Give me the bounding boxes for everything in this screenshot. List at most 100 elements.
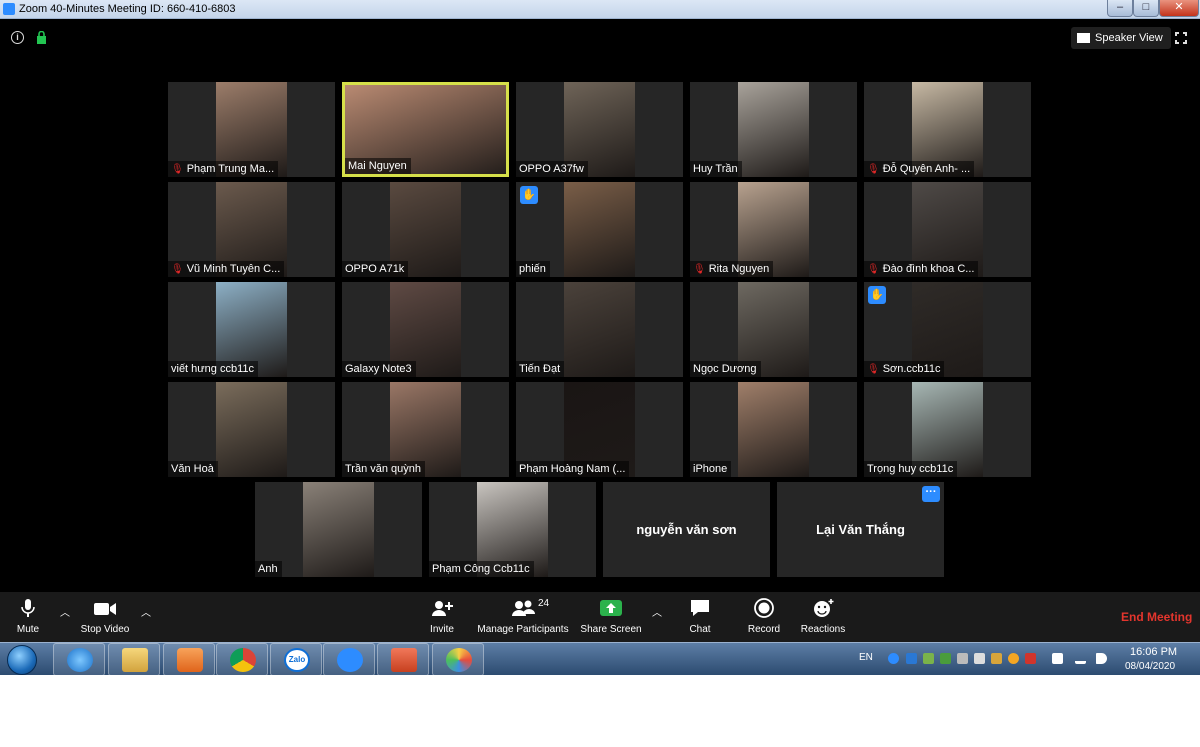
muted-microphone-icon: 🎙 — [171, 264, 184, 275]
powerpoint-icon — [391, 648, 417, 672]
end-meeting-button[interactable]: End Meeting — [1121, 610, 1192, 624]
participant-tile[interactable]: Trọng huy ccb11c — [864, 382, 1031, 477]
taskbar-file-explorer[interactable] — [108, 643, 160, 676]
muted-microphone-icon: 🎙 — [693, 264, 706, 275]
taskbar-powerpoint[interactable] — [377, 643, 429, 676]
minimize-button[interactable]: – — [1107, 0, 1133, 17]
file-explorer-icon — [122, 648, 148, 672]
audio-options-caret[interactable]: ︿ — [60, 604, 70, 619]
participant-name: OPPO A37fw — [519, 163, 584, 175]
participant-tile[interactable]: Galaxy Note3 — [342, 282, 509, 377]
participant-tile[interactable]: Phạm Hoàng Nam (... — [516, 382, 683, 477]
record-button[interactable]: Record — [746, 598, 782, 635]
add-user-icon — [432, 601, 453, 616]
reactions-icon — [814, 599, 834, 617]
fullscreen-icon[interactable] — [1174, 31, 1188, 45]
participant-tile[interactable]: nguyễn văn sơn — [603, 482, 770, 577]
video-options-caret[interactable]: ︿ — [141, 604, 151, 619]
participant-name: Phạm Hoàng Nam (... — [519, 463, 626, 475]
invite-button[interactable]: Invite — [425, 598, 459, 635]
participant-tile[interactable]: Tiến Đạt — [516, 282, 683, 377]
clock-date[interactable]: 08/04/2020 — [1125, 661, 1175, 672]
participant-tile[interactable]: OPPO A71k — [342, 182, 509, 277]
speaker-volume-icon[interactable] — [1096, 653, 1107, 664]
star-tray-icon[interactable] — [1008, 653, 1019, 664]
zalo-icon: Zalo — [284, 648, 310, 672]
zoom-tray-icon[interactable] — [888, 653, 899, 664]
participant-name-label: Phạm Công Ccb11c — [429, 561, 534, 577]
info-icon[interactable]: i — [11, 31, 24, 44]
taskbar-zalo[interactable]: Zalo — [270, 643, 322, 676]
manage-participants-button[interactable]: Manage Participants — [474, 598, 572, 635]
participant-tile[interactable]: 🎙 Đỗ Quyên Anh- ... — [864, 82, 1031, 177]
participant-tile[interactable]: Phạm Công Ccb11c — [429, 482, 596, 577]
participant-tile[interactable]: Trần văn quỳnh — [342, 382, 509, 477]
maximize-button[interactable]: □ — [1133, 0, 1159, 17]
participant-name: Mai Nguyen — [348, 160, 407, 172]
record-icon — [754, 598, 774, 618]
volume-mixer-tray-icon[interactable] — [974, 653, 985, 664]
zalo-tray-icon[interactable] — [906, 653, 917, 664]
participant-tile[interactable]: 🎙 Rita Nguyen — [690, 182, 857, 277]
participant-name: Ngọc Dương — [693, 363, 757, 375]
speaker-view-button[interactable]: Speaker View — [1071, 27, 1171, 49]
unikey-tray-icon[interactable] — [1025, 653, 1036, 664]
share-options-caret[interactable]: ︿ — [652, 604, 662, 619]
participant-name: Lại Văn Thắng — [816, 522, 905, 537]
zoom-icon — [337, 648, 363, 672]
taskbar-zoom[interactable] — [323, 643, 375, 676]
participant-tile[interactable]: 🎙 Phạm Trung Ma... — [168, 82, 335, 177]
antivirus-tray-icon[interactable] — [940, 653, 951, 664]
taskbar-paint[interactable] — [432, 643, 484, 676]
participant-tile[interactable]: Lại Văn Thắng ··· — [777, 482, 944, 577]
participant-tile[interactable]: 🎙 Đào đình khoa C... — [864, 182, 1031, 277]
participant-name: iPhone — [693, 463, 728, 475]
participant-name-label: Anh — [255, 561, 282, 577]
participant-name: Tiến Đạt — [519, 363, 561, 375]
speaker-view-icon — [1077, 33, 1090, 43]
language-indicator[interactable]: EN — [859, 652, 873, 663]
participant-tile[interactable]: Mai Nguyen — [342, 82, 509, 177]
taskbar-internet-explorer[interactable] — [53, 643, 105, 676]
taskbar-chrome[interactable] — [216, 643, 268, 676]
participant-tile[interactable]: Ngọc Dương — [690, 282, 857, 377]
participant-name-label: Phạm Hoàng Nam (... — [516, 461, 630, 477]
participant-tile[interactable]: 🎙 Sơn.ccb11c ✋ — [864, 282, 1031, 377]
mute-button[interactable]: Mute — [12, 598, 44, 635]
speaker-view-label: Speaker View — [1095, 32, 1163, 44]
updates-tray-icon[interactable] — [991, 653, 1002, 664]
network-tray-icon[interactable] — [923, 653, 934, 664]
reactions-button[interactable]: Reactions — [798, 598, 848, 635]
participant-video — [303, 482, 374, 577]
participant-tile[interactable]: Anh — [255, 482, 422, 577]
stop-video-button[interactable]: Stop Video — [76, 598, 134, 635]
chat-label: Chat — [689, 624, 711, 635]
participant-tile[interactable]: OPPO A37fw — [516, 82, 683, 177]
media-player-icon — [177, 648, 203, 672]
wifi-signal-icon[interactable] — [1075, 653, 1086, 664]
share-screen-label: Share Screen — [580, 624, 642, 635]
close-button[interactable]: ✕ — [1159, 0, 1199, 17]
more-options-button[interactable]: ··· — [922, 486, 940, 502]
power-tray-icon[interactable] — [1052, 653, 1063, 664]
start-button[interactable] — [7, 645, 37, 675]
share-screen-button[interactable]: Share Screen — [580, 598, 642, 635]
participant-tile[interactable]: 🎙 Vũ Minh Tuyên C... — [168, 182, 335, 277]
clock-time[interactable]: 16:06 PM — [1130, 646, 1177, 658]
zoom-app-icon — [3, 3, 15, 15]
participant-tile[interactable]: Văn Hoà — [168, 382, 335, 477]
taskbar-media-player[interactable] — [163, 643, 215, 676]
participant-name: Phạm Trung Ma... — [186, 163, 275, 175]
participant-tile[interactable]: Huy Trần — [690, 82, 857, 177]
video-camera-icon — [94, 603, 116, 615]
keyboard-tray-icon[interactable] — [957, 653, 968, 664]
participant-tile[interactable]: viết hưng ccb11c — [168, 282, 335, 377]
raised-hand-icon: ✋ — [520, 186, 538, 204]
participant-tile[interactable]: iPhone — [690, 382, 857, 477]
lock-icon[interactable] — [36, 31, 47, 44]
participant-tile[interactable]: phiến ✋ — [516, 182, 683, 277]
chat-button[interactable]: Chat — [686, 598, 714, 635]
reactions-label: Reactions — [800, 624, 846, 635]
muted-microphone-icon: 🎙 — [867, 364, 880, 375]
participant-name: Trần văn quỳnh — [345, 463, 422, 475]
